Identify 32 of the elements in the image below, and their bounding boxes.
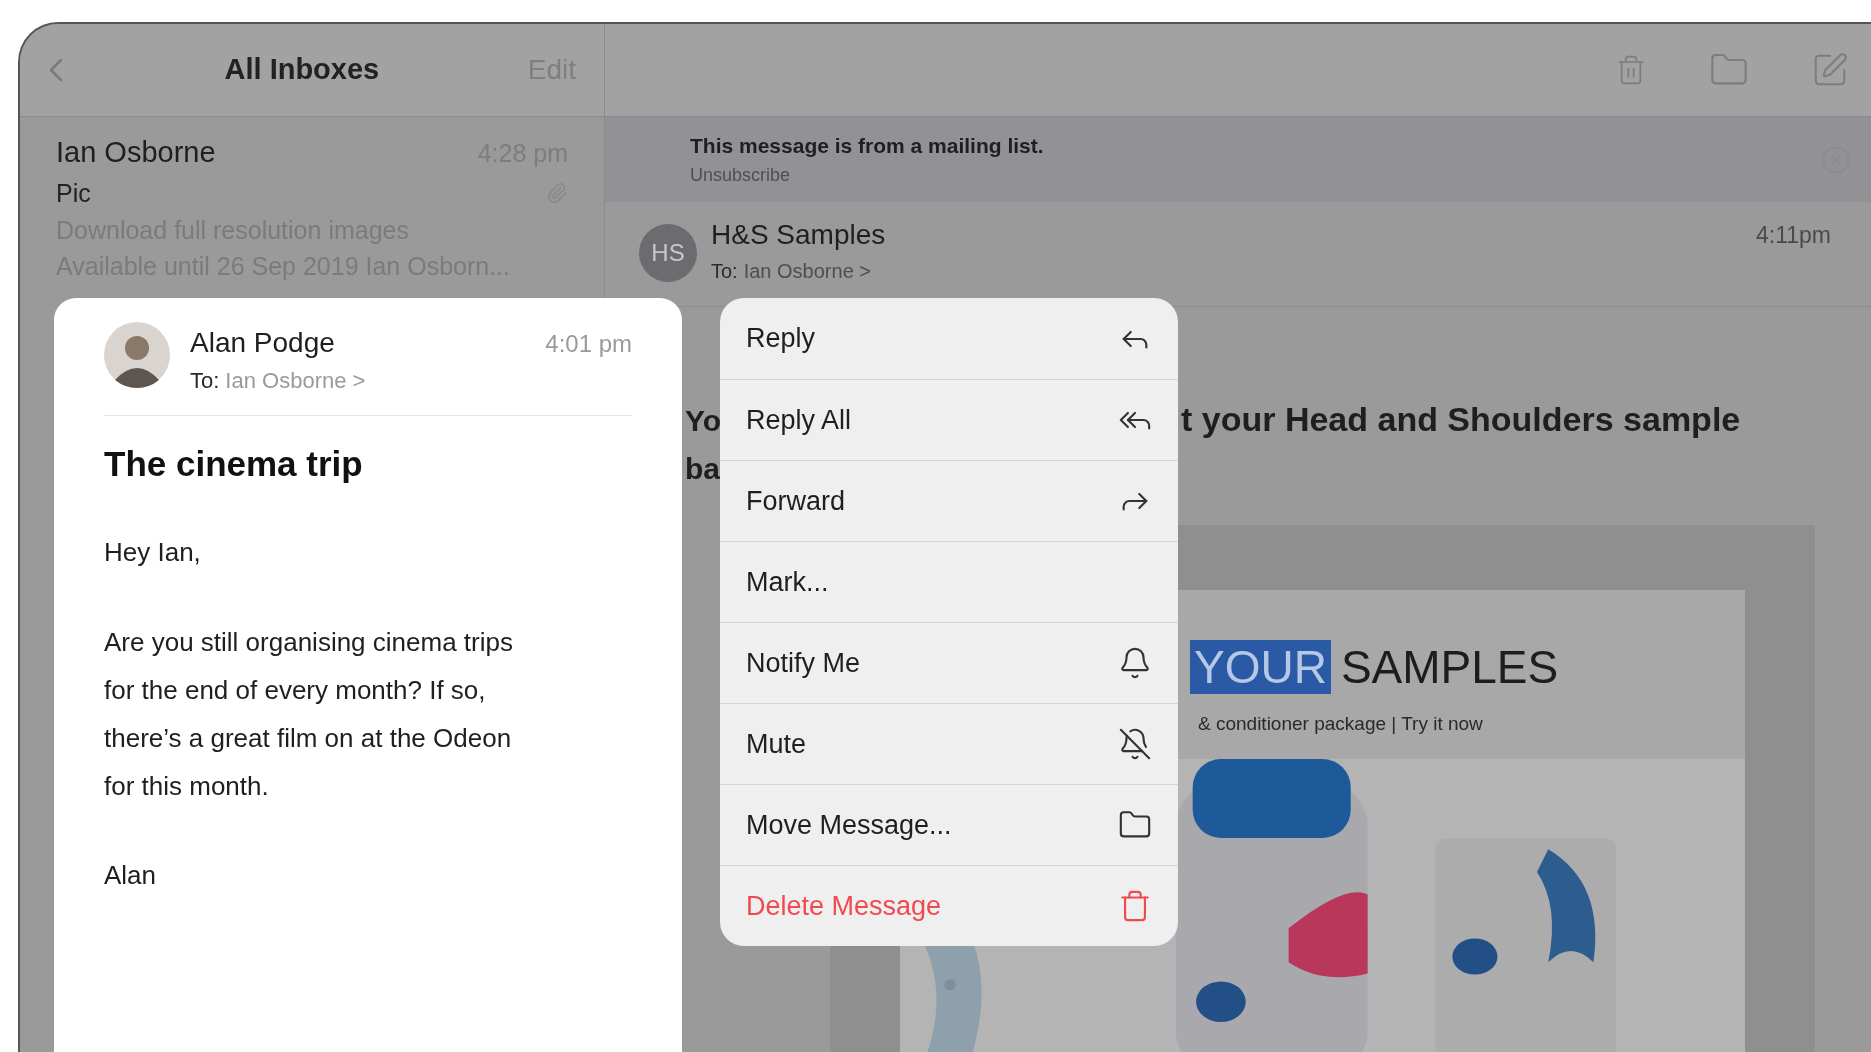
email-greeting: Hey Ian, [104,535,202,569]
email-subject: The cinema trip [104,443,364,485]
menu-item[interactable]: Forward [720,460,1178,541]
to-label: To: [190,367,220,395]
banner-text: This message is from a mailing list. [690,133,1045,160]
subject-fragment: t your Head and Shoulders sample [1181,399,1741,440]
menu-item[interactable]: Mark... [720,541,1178,622]
sender-name: Alan Podge [190,326,336,360]
menu-item[interactable]: Notify Me [720,622,1178,703]
sender-name: H&S Samples [711,218,887,252]
mailbox-title: All Inboxes [223,52,381,88]
email-signoff: Alan [104,858,158,892]
menu-item[interactable]: Mute [720,703,1178,784]
newsletter-tagline: & conditioner package | Try it now [1198,712,1483,736]
menu-item[interactable]: Move Message... [720,784,1178,865]
avatar-icon [104,322,170,388]
bell-icon [1118,646,1152,680]
newsletter-heading: SAMPLES [1340,640,1559,694]
subject-fragment: ba [685,451,720,487]
menu-item[interactable]: Reply All [720,379,1178,460]
email-body: Are you still organising cinema trips for the end of every month? If so, there’s a great film on at the Odeon for this month. [104,625,514,803]
message-time: 4:11pm [1756,221,1831,250]
sender-initials-avatar: HS [639,224,697,282]
bell-slash-icon [1118,727,1152,761]
menu-item[interactable]: Reply [720,298,1178,379]
sender-name: Ian Osborne [56,135,216,170]
to-label: To: [711,259,738,284]
highlighted-heading: YOUR [1190,640,1331,694]
message-time: 4:01 pm [545,329,632,359]
subject-fragment: Yo [685,403,719,439]
trash-icon [1118,889,1152,923]
message-subject: Pic [56,177,91,209]
